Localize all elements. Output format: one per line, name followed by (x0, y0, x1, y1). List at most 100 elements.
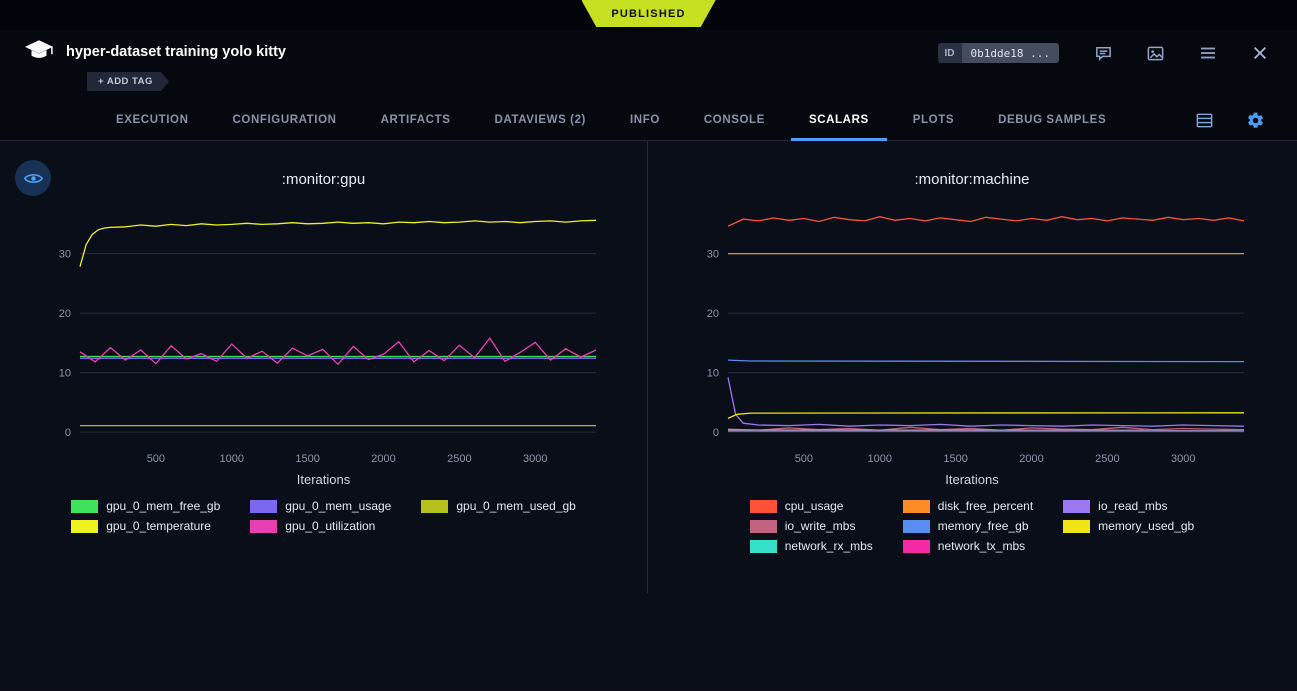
tab-artifacts[interactable]: ARTIFACTS (359, 100, 473, 140)
legend-item-memory_used_gb[interactable]: memory_used_gb (1063, 519, 1194, 533)
x-tick-label: 500 (795, 453, 813, 465)
table-icon[interactable] (1193, 109, 1216, 132)
legend-item-io_write_mbs[interactable]: io_write_mbs (750, 519, 873, 533)
legend-label: memory_free_gb (938, 519, 1029, 533)
experiment-id-chip[interactable]: ID 0b1dde18 ... (938, 43, 1059, 63)
legend-label: gpu_0_mem_used_gb (456, 499, 575, 513)
menu-icon[interactable] (1196, 41, 1220, 65)
y-tick-label: 0 (64, 427, 70, 439)
gpu-xaxis-label: Iterations (0, 472, 647, 487)
comment-icon[interactable] (1092, 42, 1115, 65)
legend-swatch (903, 500, 930, 513)
legend-label: gpu_0_temperature (106, 519, 211, 533)
series-gpu_0_utilization (80, 338, 596, 364)
x-tick-label: 1500 (943, 453, 967, 465)
tab-console[interactable]: CONSOLE (682, 100, 787, 140)
tab-label: DATAVIEWS (2) (495, 114, 587, 126)
header-actions: ID 0b1dde18 ... (938, 41, 1271, 65)
close-icon[interactable] (1249, 42, 1271, 64)
tab-info[interactable]: INFO (608, 100, 682, 140)
x-tick-label: 3000 (523, 453, 547, 465)
legend-item-io_read_mbs[interactable]: io_read_mbs (1063, 499, 1194, 513)
tab-label: INFO (630, 114, 660, 126)
x-tick-label: 2500 (447, 453, 471, 465)
legend-label: io_read_mbs (1098, 499, 1167, 513)
experiment-header: hyper-dataset training yolo kitty + ADD … (0, 30, 1297, 100)
legend-swatch (71, 520, 98, 533)
x-tick-label: 3000 (1171, 453, 1195, 465)
gpu-chart-legend: gpu_0_mem_free_gb gpu_0_mem_usage gpu_0_me… (71, 499, 576, 533)
legend-item-network_rx_mbs[interactable]: network_rx_mbs (750, 539, 873, 553)
legend-item-gpu_0_temperature[interactable]: gpu_0_temperature (71, 519, 220, 533)
machine-chart-panel: :monitor:machine 01020305001000150020002… (648, 141, 1296, 593)
legend-swatch (1063, 520, 1090, 533)
legend-item-gpu_0_utilization[interactable]: gpu_0_utilization (250, 519, 391, 533)
image-icon[interactable] (1144, 42, 1167, 65)
y-tick-label: 30 (58, 249, 70, 261)
legend-item-cpu_usage[interactable]: cpu_usage (750, 499, 873, 513)
gpu-chart-title: :monitor:gpu (0, 171, 647, 188)
machine-xaxis-label: Iterations (648, 472, 1296, 487)
legend-label: gpu_0_utilization (285, 519, 375, 533)
x-tick-label: 1000 (219, 453, 243, 465)
tab-dataviews-2[interactable]: DATAVIEWS (2) (473, 100, 609, 140)
chart-panels: :monitor:gpu 0 10 20 30 500 1000 1500 2000 2500 3… (0, 141, 1297, 593)
tab-label: CONFIGURATION (233, 114, 337, 126)
legend-label: gpu_0_mem_usage (285, 499, 391, 513)
legend-swatch (250, 500, 277, 513)
legend-swatch (421, 500, 448, 513)
machine-chart[interactable]: 010203050010001500200025003000 (692, 198, 1252, 470)
legend-label: cpu_usage (785, 499, 844, 513)
tab-execution[interactable]: EXECUTION (94, 100, 211, 140)
clearml-experiment-window: PUBLISHED hyper-dataset training yolo ki… (0, 0, 1297, 691)
legend-label: network_tx_mbs (938, 539, 1025, 553)
y-tick-label: 10 (707, 368, 719, 380)
tab-label: ARTIFACTS (381, 114, 451, 126)
legend-swatch (750, 520, 777, 533)
x-tick-label: 2000 (371, 453, 395, 465)
gpu-chart-panel: :monitor:gpu 010203050010001500200025003… (0, 141, 648, 593)
x-tick-label: 2000 (1019, 453, 1043, 465)
series-memory_used_gb (728, 413, 1244, 419)
scalars-content: :monitor:gpu 0 10 20 30 500 1000 1500 2000 2500 3… (0, 141, 1297, 690)
series-io_read_mbs (728, 377, 1244, 426)
x-tick-label: 2500 (1095, 453, 1119, 465)
tab-label: EXECUTION (116, 114, 189, 126)
legend-swatch (903, 540, 930, 553)
tab-scalars[interactable]: SCALARS (787, 100, 891, 140)
top-bar: PUBLISHED (0, 0, 1297, 30)
tab-debug-samples[interactable]: DEBUG SAMPLES (976, 100, 1128, 140)
legend-item-network_tx_mbs[interactable]: network_tx_mbs (903, 539, 1033, 553)
legend-item-disk_free_percent[interactable]: disk_free_percent (903, 499, 1033, 513)
tab-label: PLOTS (913, 114, 954, 126)
legend-swatch (750, 540, 777, 553)
tab-label: SCALARS (809, 114, 869, 126)
legend-label: gpu_0_mem_free_gb (106, 499, 220, 513)
gpu-chart[interactable]: 010203050010001500200025003000 (44, 198, 604, 470)
legend-label: network_rx_mbs (785, 539, 873, 553)
tab-configuration[interactable]: CONFIGURATION (211, 100, 359, 140)
tab-plots[interactable]: PLOTS (891, 100, 976, 140)
series-cpu_usage (728, 217, 1244, 227)
legend-item-gpu_0_mem_used_gb[interactable]: gpu_0_mem_used_gb (421, 499, 575, 513)
tabbar-actions (1193, 100, 1297, 140)
id-label: ID (938, 43, 962, 63)
tab-label: DEBUG SAMPLES (998, 114, 1106, 126)
add-tag-button[interactable]: + ADD TAG (87, 72, 169, 91)
experiment-title: hyper-dataset training yolo kitty (66, 44, 286, 60)
eye-icon[interactable] (15, 160, 51, 196)
legend-label: io_write_mbs (785, 519, 856, 533)
series-gpu_0_temperature (80, 220, 596, 266)
y-tick-label: 20 (707, 308, 719, 320)
legend-item-memory_free_gb[interactable]: memory_free_gb (903, 519, 1033, 533)
tab-bar: EXECUTION CONFIGURATION ARTIFACTS DATAVIEWS… (0, 100, 1297, 141)
legend-item-gpu_0_mem_free_gb[interactable]: gpu_0_mem_free_gb (71, 499, 220, 513)
y-tick-label: 10 (58, 368, 70, 380)
experiment-type-icon (24, 39, 54, 69)
settings-gear-icon[interactable] (1244, 109, 1267, 132)
legend-item-gpu_0_mem_usage[interactable]: gpu_0_mem_usage (250, 499, 391, 513)
status-ribbon: PUBLISHED (581, 0, 715, 27)
y-tick-label: 0 (713, 427, 719, 439)
series-memory_free_gb (728, 360, 1244, 362)
legend-swatch (1063, 500, 1090, 513)
